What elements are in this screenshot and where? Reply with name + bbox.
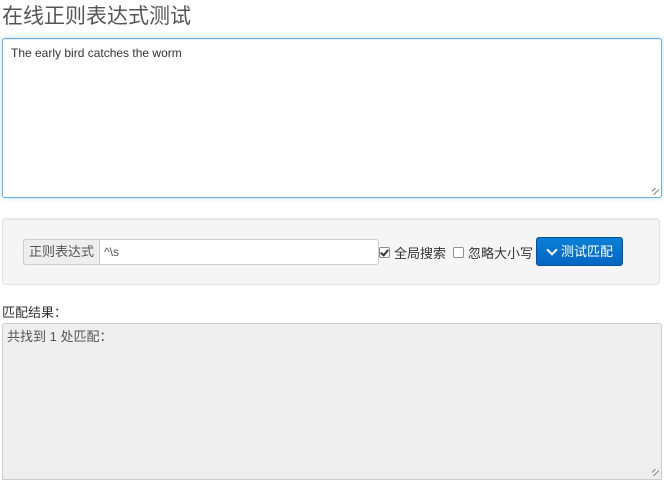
regex-label: 正则表达式 <box>23 239 100 265</box>
global-search-checkbox[interactable] <box>379 246 390 258</box>
page-title: 在线正则表达式测试 <box>2 4 191 28</box>
ignore-case-checkbox[interactable] <box>453 246 464 258</box>
global-search-option[interactable]: 全局搜索 <box>379 243 446 261</box>
resize-grip-icon[interactable] <box>652 469 660 477</box>
regex-panel: 正则表达式 ^\s 全局搜索 忽略大小写 测试匹配 <box>2 218 660 285</box>
test-match-button-label: 测试匹配 <box>561 244 614 259</box>
ignore-case-option[interactable]: 忽略大小写 <box>453 243 533 261</box>
regex-input[interactable]: ^\s <box>99 239 380 265</box>
result-label: 匹配结果： <box>2 305 68 320</box>
result-output: 共找到 1 处匹配： <box>2 323 662 480</box>
regex-input-group: 正则表达式 ^\s <box>23 239 380 265</box>
test-match-button[interactable]: 测试匹配 <box>536 237 624 266</box>
global-search-label: 全局搜索 <box>394 245 447 261</box>
chevron-down-icon <box>546 243 558 256</box>
resize-grip-icon[interactable] <box>652 188 660 196</box>
test-text-input[interactable]: The early bird catches the worm <box>2 38 662 198</box>
ignore-case-label: 忽略大小写 <box>468 245 534 261</box>
result-text: 共找到 1 处匹配： <box>7 329 113 344</box>
